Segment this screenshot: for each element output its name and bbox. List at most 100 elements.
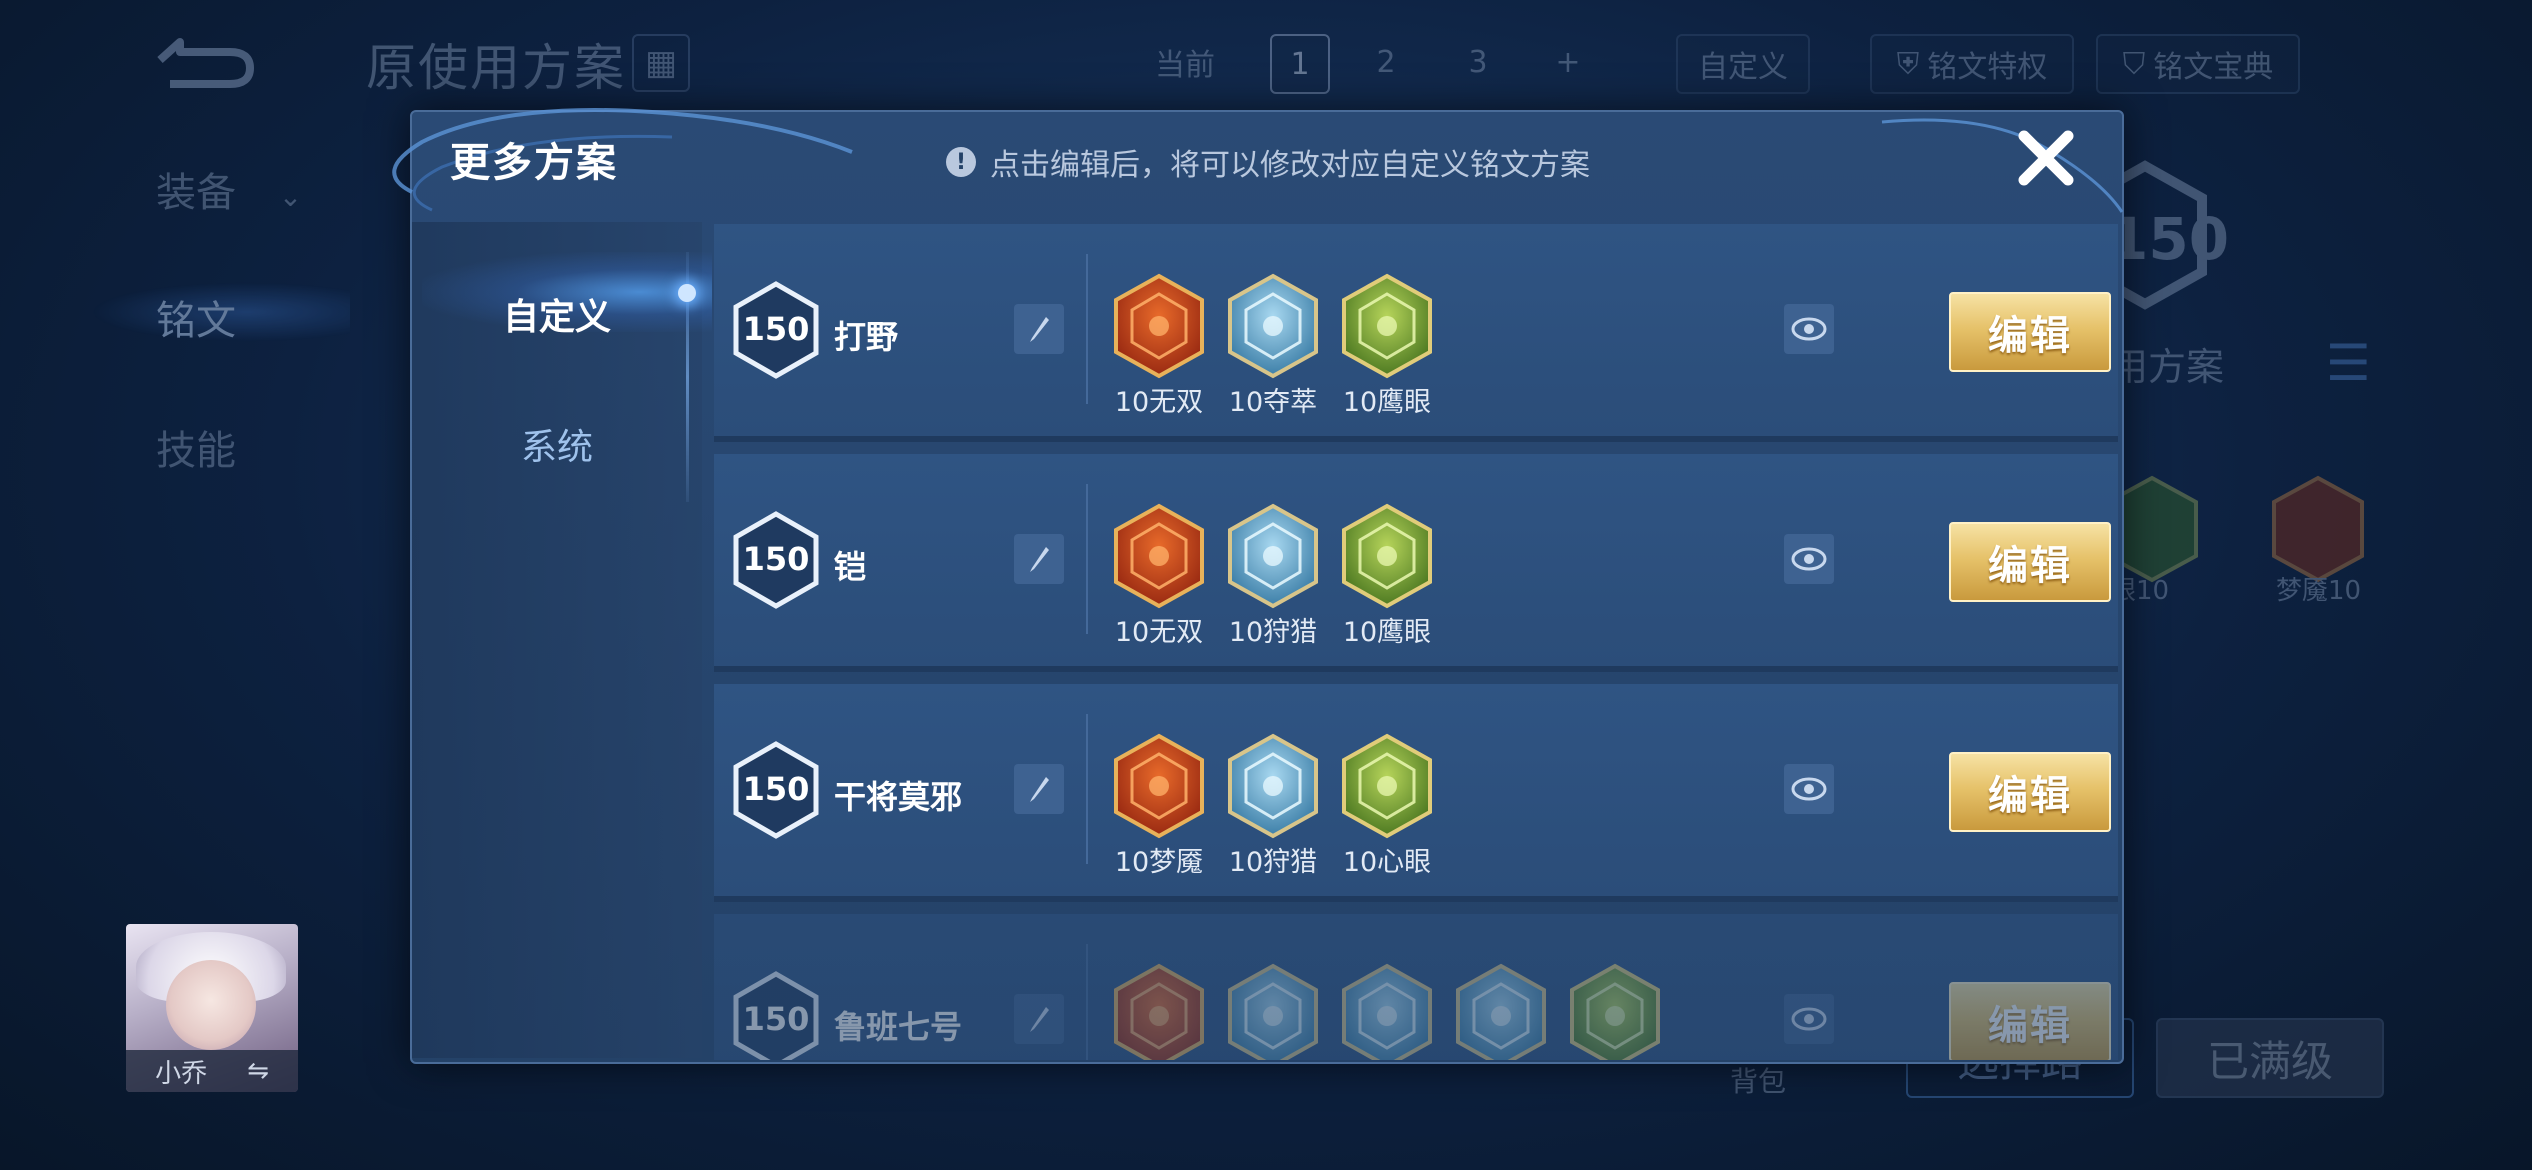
rune-blue-icon[interactable] — [1226, 732, 1320, 840]
close-icon — [2018, 130, 2074, 186]
rune-blue-icon[interactable] — [1340, 962, 1434, 1060]
rune-red-icon[interactable] — [1112, 962, 1206, 1060]
rename-button[interactable] — [1014, 764, 1064, 814]
plan-row: 150 鲁班七号 编辑 — [714, 914, 2118, 1060]
rune-red-icon — [2272, 475, 2364, 583]
edit-button[interactable]: 编辑 — [1949, 522, 2111, 602]
plan-level: 150 — [742, 1000, 810, 1038]
rune-label: 10狩猎 — [1228, 617, 1318, 648]
hero-name: 小乔 — [155, 1058, 208, 1089]
rune-red-icon[interactable] — [1112, 272, 1206, 380]
chevron-down-icon: ⌄ — [278, 180, 303, 213]
rename-button[interactable] — [1014, 994, 1064, 1044]
avatar-face — [166, 960, 256, 1050]
plan-list[interactable]: 150打野 10无双 10夺萃 10鹰眼编辑 150铠 10无双 10狩猎 — [702, 224, 2118, 1060]
right-panel-plan-label: 用方案 — [2110, 345, 2225, 389]
rune-blue-icon[interactable] — [1454, 962, 1548, 1060]
eye-icon — [1791, 1007, 1827, 1031]
pen-icon — [1030, 547, 1049, 572]
tab-custom[interactable]: 自定义 — [412, 288, 702, 340]
modal-title: 更多方案 — [450, 140, 618, 186]
privilege-label: 铭文特权 — [1927, 50, 2048, 85]
eye-icon — [1791, 547, 1827, 571]
swirl-decoration — [1881, 118, 2124, 213]
plan-row: 150 干将莫邪 10梦魇 10狩猎 10心眼 编辑 — [714, 684, 2118, 902]
edit-button[interactable]: 编辑 — [1949, 752, 2111, 832]
plan-level: 150 — [742, 540, 810, 578]
sidebar-item-skill[interactable]: 技能 — [156, 418, 236, 476]
page-tab-2[interactable]: 2 — [1358, 34, 1414, 90]
rune-blue-icon[interactable] — [1226, 272, 1320, 380]
sidebar-item-label: 装备 — [156, 170, 236, 216]
grid-icon[interactable]: ▦ — [632, 34, 690, 92]
right-panel-rune-label: 梦魇10 — [2276, 576, 2362, 606]
bag-label[interactable]: 背包 — [1730, 1060, 1786, 1100]
rune-label: 10无双 — [1114, 617, 1204, 648]
pen-icon — [1030, 317, 1049, 342]
rune-label: 10鹰眼 — [1342, 387, 1432, 418]
hero-name-bar: 小乔 ⇋ — [126, 1050, 298, 1092]
modal-hint: ! 点击编辑后，将可以修改对应自定义铭文方案 — [946, 140, 1590, 184]
codex-button[interactable]: ⛉ 铭文宝典 — [2096, 34, 2300, 94]
rune-blue-icon[interactable] — [1226, 962, 1320, 1060]
rune-label: 10无双 — [1114, 387, 1204, 418]
rune-green-icon[interactable] — [1340, 272, 1434, 380]
level-hex-icon: 150 — [730, 970, 822, 1060]
level-hex-icon: 150 — [730, 280, 822, 380]
page-tab-1[interactable]: 1 — [1270, 34, 1330, 94]
level-hex-icon: 150 — [730, 740, 822, 840]
privilege-button[interactable]: ⛨ 铭文特权 — [1870, 34, 2074, 94]
sidebar-item-equipment[interactable]: 装备 ⌄ — [156, 160, 302, 218]
eye-icon — [1791, 777, 1827, 801]
rune-label: 10心眼 — [1342, 847, 1432, 878]
edit-button[interactable]: 编辑 — [1949, 292, 2111, 372]
rune-label: 10夺萃 — [1228, 387, 1318, 418]
row-divider — [1086, 484, 1088, 634]
rune-label: 10梦魇 — [1114, 847, 1204, 878]
rune-red-icon[interactable] — [1112, 502, 1206, 610]
row-divider — [1086, 254, 1088, 404]
hero-avatar[interactable]: 小乔 ⇋ — [126, 924, 298, 1092]
custom-button[interactable]: 自定义 — [1676, 34, 1810, 94]
plan-name: 鲁班七号 — [834, 1008, 963, 1046]
close-button[interactable] — [2008, 120, 2084, 196]
level-hex-icon: 150 — [730, 510, 822, 610]
rune-green-icon[interactable] — [1340, 502, 1434, 610]
row-divider — [1086, 714, 1088, 864]
edit-button[interactable]: 编辑 — [1949, 982, 2111, 1060]
preview-button[interactable] — [1784, 304, 1834, 354]
plan-row: 150 打野 10无双 10夺萃 10鹰眼 编辑 — [714, 224, 2118, 442]
privilege-icon: ⛨ — [1896, 46, 1920, 82]
eye-icon — [1791, 317, 1827, 341]
sidebar-item-rune[interactable]: 铭文 — [156, 288, 236, 346]
rename-button[interactable] — [1014, 304, 1064, 354]
pen-icon — [1030, 777, 1049, 802]
preview-button[interactable] — [1784, 994, 1834, 1044]
rune-label: 10鹰眼 — [1342, 617, 1432, 648]
preview-button[interactable] — [1784, 764, 1834, 814]
menu-icon[interactable]: ☰ — [2326, 334, 2371, 392]
codex-label: 铭文宝典 — [2153, 50, 2274, 85]
plan-name: 打野 — [834, 318, 899, 356]
plan-level: 150 — [742, 310, 810, 348]
add-page-button[interactable]: + — [1540, 34, 1596, 90]
rune-green-icon[interactable] — [1568, 962, 1662, 1060]
page-tab-3[interactable]: 3 — [1450, 34, 1506, 90]
page-title: 原使用方案 — [366, 39, 626, 97]
more-plans-modal: 更多方案 ! 点击编辑后，将可以修改对应自定义铭文方案 自定义 系统 150 打野… — [392, 108, 2124, 1064]
row-divider — [1086, 944, 1088, 1060]
back-icon[interactable] — [150, 30, 260, 90]
preview-button[interactable] — [1784, 534, 1834, 584]
plan-level: 150 — [742, 770, 810, 808]
rune-red-icon[interactable] — [1112, 732, 1206, 840]
rune-blue-icon[interactable] — [1226, 502, 1320, 610]
rune-label: 10狩猎 — [1228, 847, 1318, 878]
max-level-button[interactable]: 已满级 — [2156, 1018, 2384, 1098]
rune-green-icon[interactable] — [1340, 732, 1434, 840]
plan-name: 干将莫邪 — [834, 778, 963, 816]
current-label: 当前 — [1155, 48, 1215, 83]
rename-button[interactable] — [1014, 534, 1064, 584]
plan-name: 铠 — [834, 548, 867, 586]
swap-icon[interactable]: ⇋ — [247, 1056, 269, 1086]
tab-system[interactable]: 系统 — [412, 418, 702, 470]
